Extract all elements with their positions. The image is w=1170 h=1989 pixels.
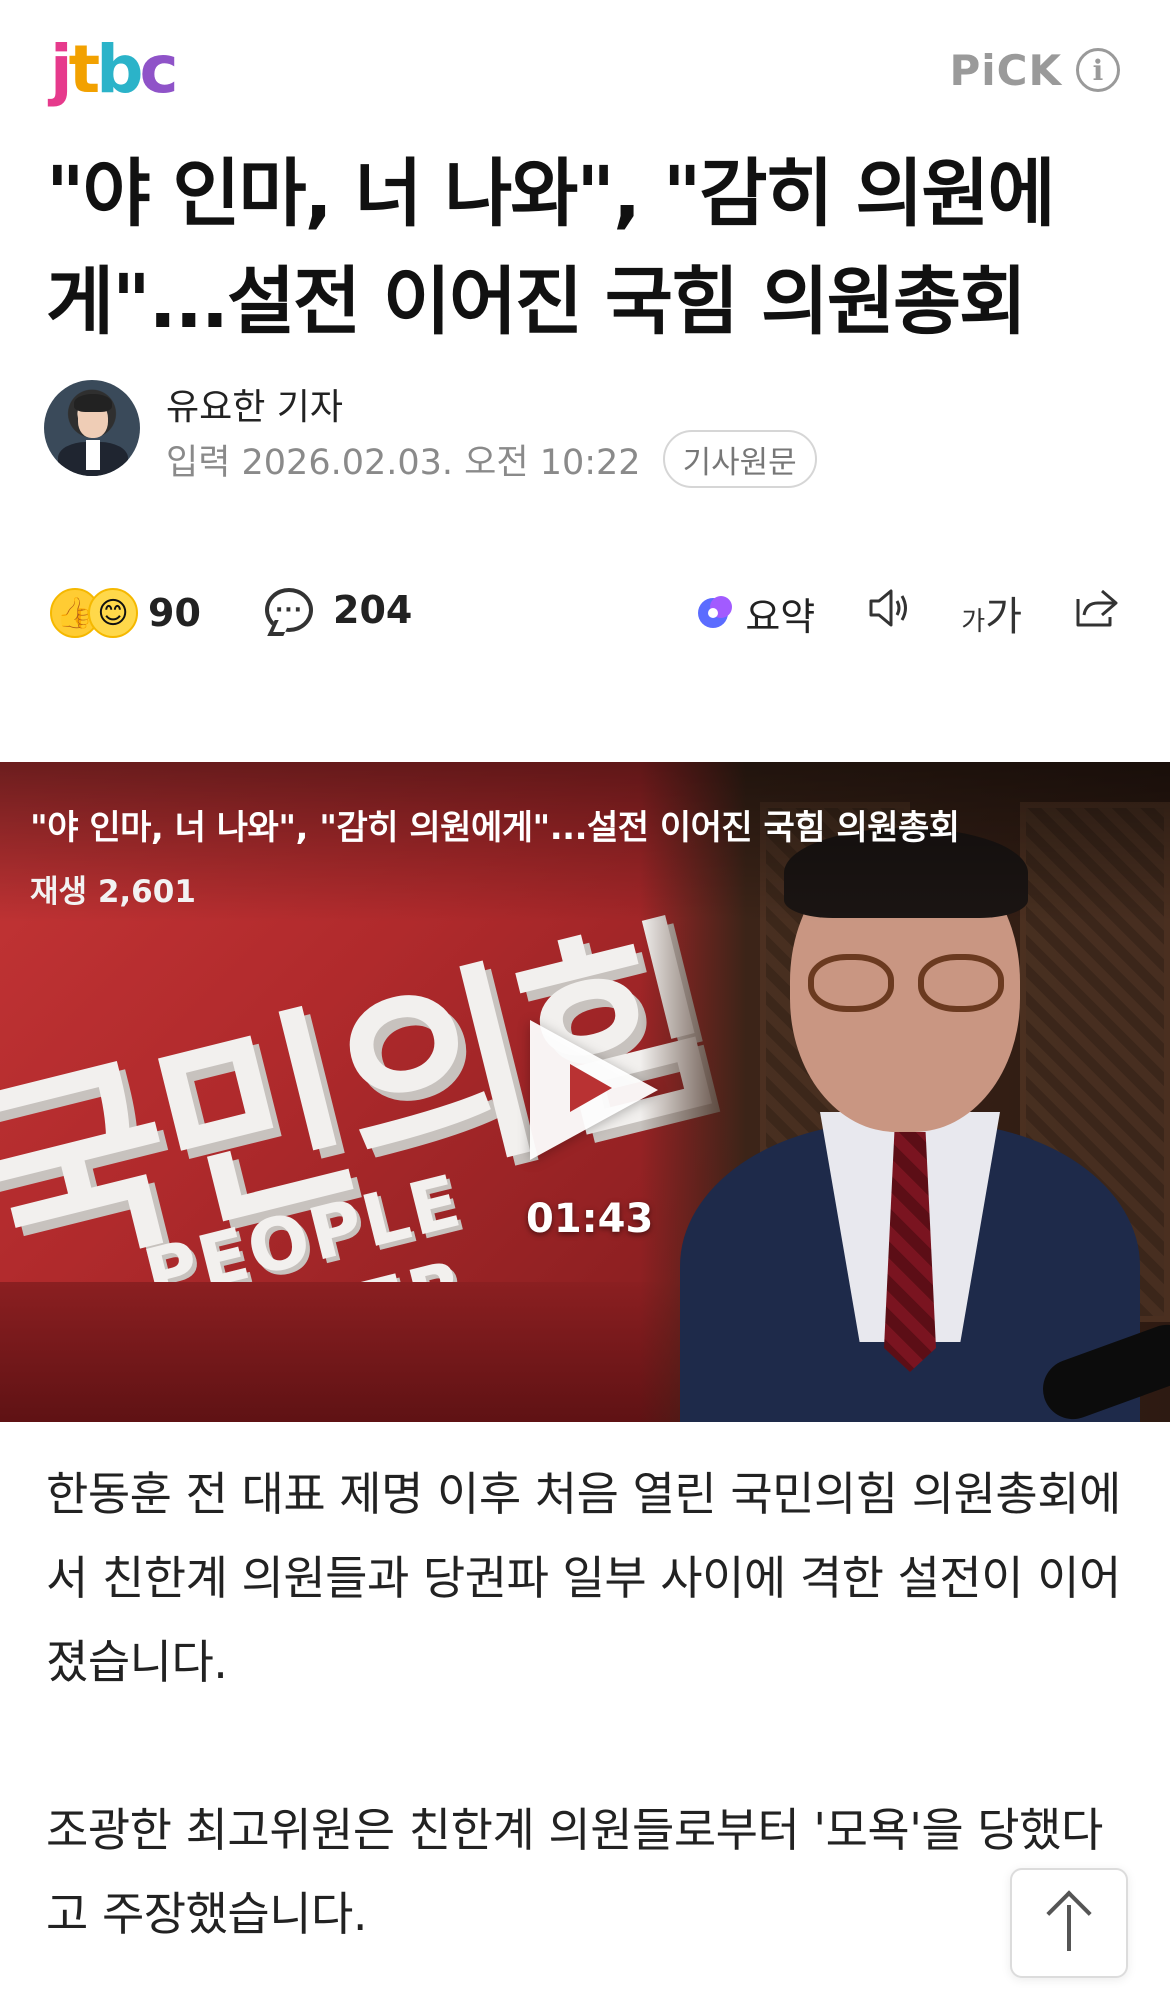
author-avatar[interactable] xyxy=(44,380,140,476)
top-bar: jtbc PiCK i xyxy=(0,0,1170,140)
ai-sparkle-icon xyxy=(691,591,735,635)
summary-button[interactable]: 요약 xyxy=(691,586,815,641)
info-icon[interactable]: i xyxy=(1076,48,1120,92)
publish-date: 입력 2026.02.03. 오전 10:22 xyxy=(166,442,641,483)
pick-badge[interactable]: PiCK i xyxy=(949,42,1120,98)
reaction-button[interactable]: 👍 😊 90 xyxy=(50,588,201,638)
jtbc-logo[interactable]: jtbc xyxy=(50,30,179,110)
body-paragraph: 한동훈 전 대표 제명 이후 처음 열린 국민의힘 의원총회에서 친한계 의원들… xyxy=(46,1467,1121,1689)
scroll-to-top-button[interactable] xyxy=(1010,1868,1128,1978)
article-body: 한동훈 전 대표 제명 이후 처음 열린 국민의힘 의원총회에서 친한계 의원들… xyxy=(46,1452,1126,1989)
reaction-count: 90 xyxy=(148,591,201,635)
comment-button[interactable]: ··· 204 xyxy=(265,588,412,632)
body-paragraph: 조광한 최고위원은 친한계 의원들로부터 '모욕'을 당했다고 주장했습니다. xyxy=(46,1803,1103,1941)
article-headline: "야 인마, 너 나와", "감히 의원에게"...설전 이어진 국힘 의원총회 xyxy=(46,151,1056,345)
author-name[interactable]: 유요한 기자 xyxy=(166,378,343,430)
video-player[interactable]: 국민의힘 PEOPLE POWER "야 인마, 너 나와", "감히 의원에게… xyxy=(0,762,1170,1422)
pick-label: PiCK xyxy=(949,45,1062,95)
comment-icon: ··· xyxy=(265,588,313,632)
font-size-small-label: 가 xyxy=(961,607,986,637)
video-title: "야 인마, 너 나와", "감히 의원에게"...설전 이어진 국힘 의원총회 xyxy=(30,808,960,848)
summary-label: 요약 xyxy=(745,594,816,639)
original-article-button[interactable]: 기사원문 xyxy=(662,430,817,488)
comment-count: 204 xyxy=(333,588,413,632)
byline: 유요한 기자 입력 2026.02.03. 오전 10:22 기사원문 xyxy=(44,378,1134,488)
article-meta: 입력 2026.02.03. 오전 10:22 기사원문 xyxy=(166,430,817,488)
video-view-count: 재생 2,601 xyxy=(30,874,196,910)
video-duration: 01:43 xyxy=(526,1196,654,1242)
smile-emoji-icon: 😊 xyxy=(88,588,138,638)
font-size-button[interactable]: 가 가 xyxy=(961,584,1022,642)
article-tools: 요약 가 가 xyxy=(691,584,1120,642)
share-icon[interactable] xyxy=(1072,585,1120,641)
speaker-icon[interactable] xyxy=(865,585,911,641)
font-size-big-label: 가 xyxy=(985,594,1022,640)
play-icon[interactable] xyxy=(530,1020,660,1160)
article-action-bar: 👍 😊 90 ··· 204 요약 가 가 xyxy=(50,580,1120,650)
arrow-up-icon xyxy=(1046,1890,1092,1951)
